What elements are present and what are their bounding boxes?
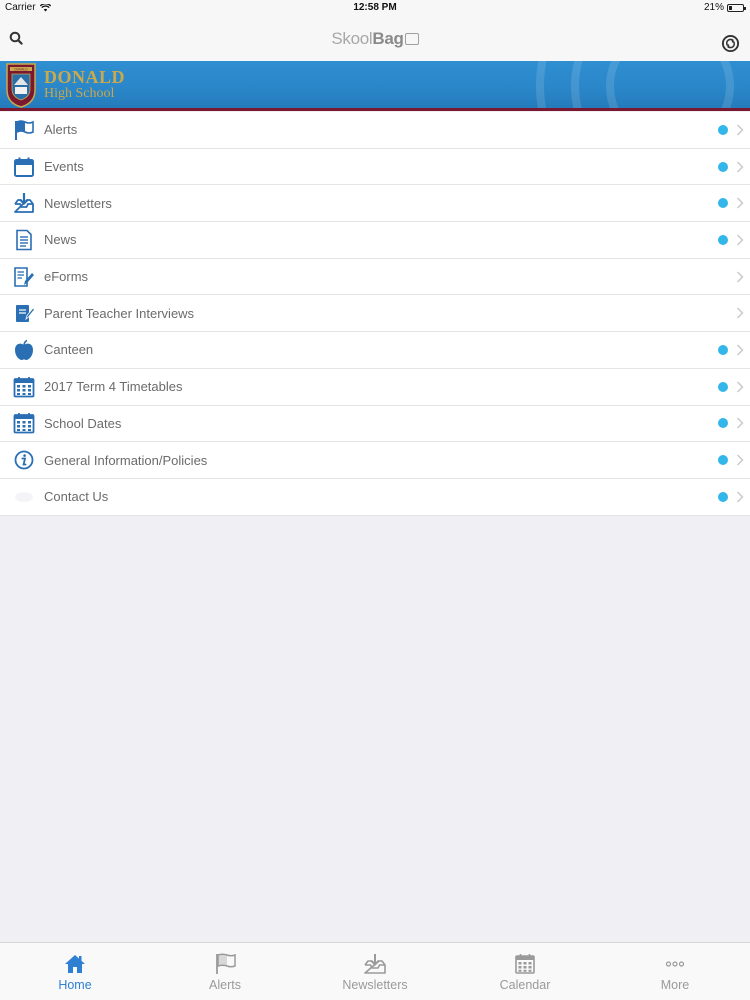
chevron-right-icon bbox=[737, 381, 744, 393]
menu-item-label: School Dates bbox=[44, 415, 122, 431]
school-name-line2: High School bbox=[44, 86, 115, 101]
more-dots-icon bbox=[665, 961, 685, 967]
apple-icon bbox=[15, 339, 33, 360]
flag-icon bbox=[216, 953, 236, 974]
menu-item-label: Alerts bbox=[44, 122, 78, 138]
chevron-right-icon bbox=[737, 271, 744, 283]
logo-text-light: Skool bbox=[331, 29, 373, 48]
unread-badge bbox=[718, 491, 728, 502]
unread-badge bbox=[718, 198, 728, 209]
banner-decoration bbox=[536, 61, 734, 108]
menu-item-label: News bbox=[44, 232, 77, 248]
battery-icon bbox=[727, 3, 746, 12]
home-icon bbox=[65, 955, 85, 973]
school-name-line1: DONALD bbox=[44, 67, 126, 87]
menu-item-label: Newsletters bbox=[44, 195, 112, 211]
bag-icon bbox=[404, 33, 419, 45]
chevron-right-icon bbox=[737, 234, 744, 246]
battery-percent: 21% bbox=[703, 2, 724, 13]
menu-item-label: eForms bbox=[44, 269, 89, 285]
school-name: DONALD High School bbox=[44, 68, 125, 101]
nav-bar: SkoolBag bbox=[0, 16, 750, 61]
tab-bar: Home Alerts Newsletters Calendar More bbox=[0, 942, 750, 1000]
tab-label: Newsletters bbox=[342, 978, 408, 992]
tab-newsletters[interactable]: Newsletters bbox=[300, 943, 450, 1000]
menu-item-events[interactable]: Events bbox=[0, 149, 750, 186]
tab-home[interactable]: Home bbox=[0, 943, 150, 1000]
menu-item-canteen[interactable]: Canteen bbox=[0, 332, 750, 369]
form-pencil-icon bbox=[14, 266, 34, 287]
menu-item-label: Canteen bbox=[44, 342, 94, 358]
unread-badge bbox=[718, 234, 728, 245]
chevron-right-icon bbox=[737, 124, 744, 136]
menu-item-news[interactable]: News bbox=[0, 222, 750, 259]
contact-icon bbox=[15, 491, 33, 502]
unread-badge bbox=[718, 344, 728, 355]
status-time: 12:58 PM bbox=[353, 2, 397, 13]
menu-item-label: Events bbox=[44, 159, 84, 175]
logo-text-bold: Bag bbox=[372, 29, 404, 48]
tab-label: More bbox=[660, 978, 690, 992]
status-bar: Carrier 12:58 PM 21% bbox=[0, 0, 750, 16]
menu-item-general-information[interactable]: General Information/Policies bbox=[0, 442, 750, 479]
tab-label: Home bbox=[58, 978, 92, 992]
school-banner: DONALD DONALD High School bbox=[0, 61, 750, 111]
app-logo: SkoolBag bbox=[0, 29, 750, 49]
inbox-download-icon bbox=[14, 193, 34, 214]
flag-icon bbox=[15, 120, 34, 140]
menu-item-eforms[interactable]: eForms bbox=[0, 259, 750, 296]
menu-item-school-dates[interactable]: School Dates bbox=[0, 406, 750, 443]
chevron-right-icon bbox=[737, 417, 744, 429]
menu-item-contact-us[interactable]: Contact Us bbox=[0, 479, 750, 516]
chevron-right-icon bbox=[737, 307, 744, 319]
calendar-icon bbox=[14, 157, 34, 177]
battery-group: 21% bbox=[703, 2, 746, 13]
notebook-pencil-icon bbox=[16, 305, 35, 323]
menu-item-label: 2017 Term 4 Timetables bbox=[44, 379, 183, 395]
inbox-download-icon bbox=[364, 954, 386, 974]
menu-item-label: Parent Teacher Interviews bbox=[44, 305, 195, 321]
chevron-right-icon bbox=[737, 161, 744, 173]
document-icon bbox=[16, 229, 32, 251]
menu-item-label: Contact Us bbox=[44, 489, 109, 505]
tab-label: Alerts bbox=[209, 978, 241, 992]
chevron-right-icon bbox=[737, 344, 744, 356]
chevron-right-icon bbox=[737, 491, 744, 503]
tab-calendar[interactable]: Calendar bbox=[450, 943, 600, 1000]
menu-item-label: General Information/Policies bbox=[44, 452, 208, 468]
tab-more[interactable]: More bbox=[600, 943, 750, 1000]
info-icon bbox=[14, 450, 34, 470]
menu-list: Alerts Events Newsletters News eForms Pa… bbox=[0, 112, 750, 516]
menu-item-parent-teacher-interviews[interactable]: Parent Teacher Interviews bbox=[0, 295, 750, 333]
calendar-grid-icon bbox=[13, 376, 35, 398]
unread-badge bbox=[718, 124, 728, 135]
calendar-grid-icon bbox=[515, 954, 535, 974]
unread-badge bbox=[718, 455, 728, 466]
unread-badge bbox=[718, 381, 728, 392]
crest-text: DONALD bbox=[14, 67, 28, 71]
sync-icon[interactable] bbox=[721, 34, 740, 53]
battery-fill bbox=[729, 5, 733, 10]
menu-item-newsletters[interactable]: Newsletters bbox=[0, 185, 750, 223]
menu-item-term4-timetables[interactable]: 2017 Term 4 Timetables bbox=[0, 369, 750, 406]
unread-badge bbox=[718, 161, 728, 172]
tab-label: Calendar bbox=[499, 978, 551, 992]
chevron-right-icon bbox=[737, 197, 744, 209]
menu-item-alerts[interactable]: Alerts bbox=[0, 112, 750, 149]
calendar-grid-icon bbox=[13, 413, 35, 434]
school-crest-logo: DONALD bbox=[6, 63, 36, 108]
chevron-right-icon bbox=[737, 454, 744, 466]
unread-badge bbox=[718, 418, 728, 429]
tab-alerts[interactable]: Alerts bbox=[150, 943, 300, 1000]
